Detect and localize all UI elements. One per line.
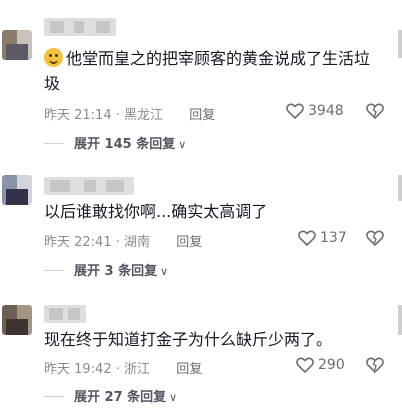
comment-location: 黑龙江 bbox=[124, 108, 164, 123]
heart-outline-icon bbox=[286, 103, 304, 120]
comment-item: 以后谁敢找你啊...确实太高调了 昨天 22:41 · 湖南 回复 137 展开… bbox=[0, 165, 402, 285]
expand-replies-label: 展开 3 条回复 bbox=[74, 264, 158, 279]
dislike-button[interactable] bbox=[366, 230, 384, 250]
avatar[interactable] bbox=[2, 30, 32, 60]
comment-location: 湖南 bbox=[124, 235, 151, 250]
scroll-edge bbox=[398, 175, 402, 201]
comment-time: 昨天 19:42 bbox=[44, 362, 112, 377]
smiling-face-icon bbox=[44, 48, 63, 67]
broken-heart-icon bbox=[366, 103, 384, 120]
reply-button[interactable]: 回复 bbox=[176, 235, 202, 250]
comment-meta: 昨天 19:42 · 浙江 回复 bbox=[44, 358, 202, 377]
expand-replies-label: 展开 145 条回复 bbox=[74, 137, 176, 152]
avatar[interactable] bbox=[2, 175, 32, 205]
chevron-down-icon: ∨ bbox=[178, 138, 187, 151]
expand-divider bbox=[44, 143, 64, 144]
comment-meta: 昨天 22:41 · 湖南 回复 bbox=[44, 231, 202, 250]
comment-text-line: 圾 bbox=[44, 74, 61, 93]
scroll-edge bbox=[398, 305, 402, 335]
meta-separator: · bbox=[115, 108, 120, 123]
comment-text: 以后谁敢找你啊...确实太高调了 bbox=[44, 199, 267, 224]
username-blurred[interactable] bbox=[44, 18, 116, 36]
scroll-edge bbox=[398, 30, 402, 58]
comment-text-line: 现在终于知道打金子为什么缺斤少两了。 bbox=[44, 330, 333, 349]
like-button[interactable]: 290 bbox=[296, 357, 345, 374]
dislike-button[interactable] bbox=[366, 103, 384, 123]
chevron-down-icon: ∨ bbox=[160, 265, 169, 278]
like-count: 3948 bbox=[308, 103, 344, 119]
expand-divider bbox=[44, 396, 64, 397]
comment-meta: 昨天 21:14 · 黑龙江 回复 bbox=[44, 104, 215, 123]
broken-heart-icon bbox=[366, 357, 384, 374]
expand-replies-label: 展开 27 条回复 bbox=[74, 390, 167, 405]
expand-divider bbox=[44, 270, 64, 271]
comment-text-line: 以后谁敢找你啊...确实太高调了 bbox=[44, 202, 268, 221]
like-count: 137 bbox=[320, 230, 347, 246]
expand-replies-button[interactable]: 展开 145 条回复 ∨ bbox=[44, 133, 186, 152]
comment-time: 昨天 21:14 bbox=[44, 108, 112, 123]
avatar[interactable] bbox=[2, 305, 32, 335]
comment-time: 昨天 22:41 bbox=[44, 235, 112, 250]
broken-heart-icon bbox=[366, 230, 384, 247]
comment-item: 他堂而皇之的把宰顾客的黄金说成了生活垃 圾 昨天 21:14 · 黑龙江 回复 … bbox=[0, 0, 402, 152]
comment-text-line: 他堂而皇之的把宰顾客的黄金说成了生活垃 bbox=[66, 49, 371, 68]
dislike-button[interactable] bbox=[366, 357, 384, 377]
comment-item: 现在终于知道打金子为什么缺斤少两了。 昨天 19:42 · 浙江 回复 290 … bbox=[0, 295, 402, 411]
heart-outline-icon bbox=[298, 230, 316, 247]
heart-outline-icon bbox=[296, 357, 314, 374]
chevron-down-icon: ∨ bbox=[169, 391, 178, 404]
comment-text: 他堂而皇之的把宰顾客的黄金说成了生活垃 圾 bbox=[44, 46, 370, 96]
expand-replies-button[interactable]: 展开 3 条回复 ∨ bbox=[44, 260, 168, 279]
username-blurred[interactable] bbox=[44, 177, 134, 195]
username-blurred[interactable] bbox=[44, 305, 86, 323]
meta-separator: · bbox=[115, 362, 120, 377]
reply-button[interactable]: 回复 bbox=[176, 362, 202, 377]
like-button[interactable]: 137 bbox=[298, 230, 347, 247]
reply-button[interactable]: 回复 bbox=[189, 108, 215, 123]
comment-location: 浙江 bbox=[124, 362, 151, 377]
like-button[interactable]: 3948 bbox=[286, 103, 344, 120]
comment-text: 现在终于知道打金子为什么缺斤少两了。 bbox=[44, 327, 332, 352]
expand-replies-button[interactable]: 展开 27 条回复 ∨ bbox=[44, 386, 177, 405]
meta-separator: · bbox=[115, 235, 120, 250]
like-count: 290 bbox=[318, 357, 345, 373]
